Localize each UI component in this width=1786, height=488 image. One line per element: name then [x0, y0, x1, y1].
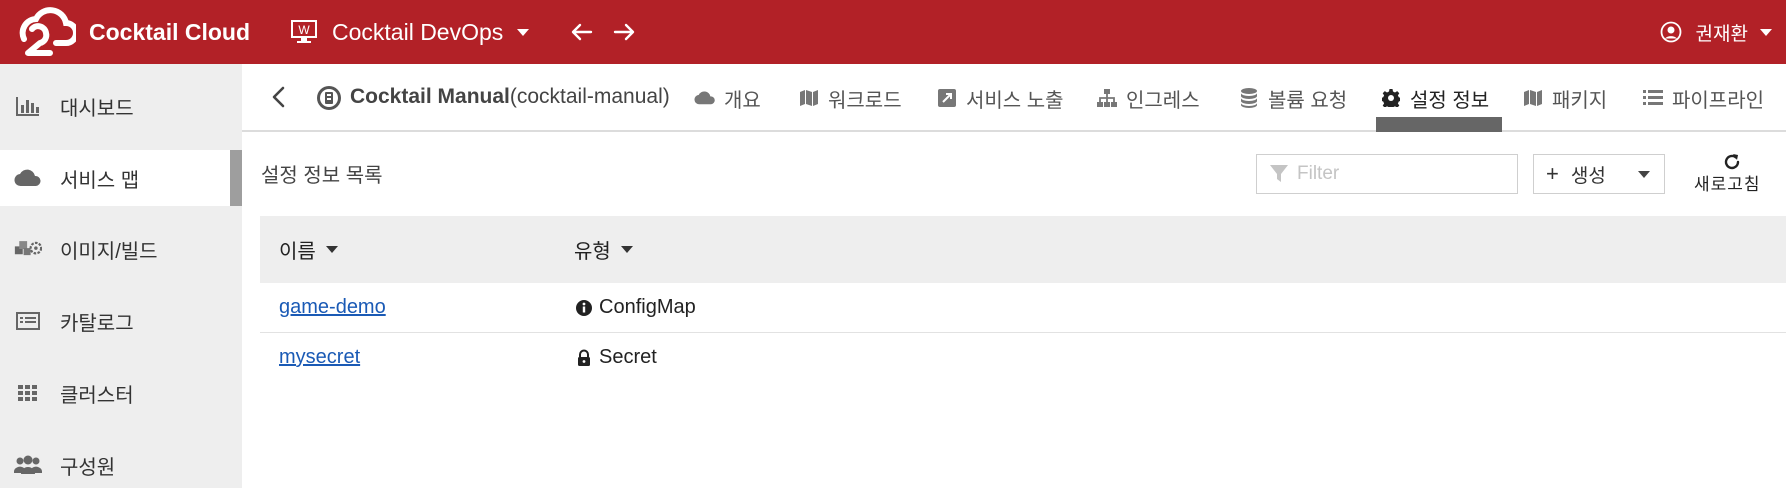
- cloud-icon: [694, 88, 716, 108]
- filter-icon: [1270, 165, 1288, 182]
- user-name: 권재환: [1695, 23, 1748, 45]
- chevron-down-icon: [1638, 171, 1650, 178]
- tab-package[interactable]: 패키지: [1522, 64, 1607, 132]
- refresh-icon: [1724, 154, 1740, 170]
- config-type-cell: ConfigMap: [575, 296, 696, 319]
- database-icon: [1238, 88, 1260, 108]
- sidebar-item-catalog[interactable]: 카탈로그: [0, 293, 242, 349]
- tab-label: 개요: [724, 89, 761, 112]
- page-title: 설정 정보 목록: [261, 165, 383, 187]
- sidebar-item-label: 이미지/빌드: [60, 240, 158, 263]
- tab-ingress[interactable]: 인그레스: [1096, 64, 1200, 132]
- workspace-selector[interactable]: W Cocktail DevOps: [290, 18, 530, 46]
- tab-label: 패키지: [1552, 89, 1608, 112]
- brand[interactable]: Cocktail Cloud: [0, 0, 280, 64]
- user-menu[interactable]: 권재환: [1660, 0, 1772, 64]
- sidebar-item-members[interactable]: 구성원: [0, 437, 242, 488]
- history-navigation: [569, 19, 637, 45]
- service-title: Cocktail Manual(cocktail-manual): [350, 85, 670, 109]
- table-row: game-demo ConfigMap: [260, 283, 1786, 333]
- workspace-icon-letter: W: [298, 23, 310, 37]
- gear-icon: [1380, 88, 1402, 108]
- sidebar-item-dashboard[interactable]: 대시보드: [0, 78, 242, 134]
- service-tab-bar: Cocktail Manual(cocktail-manual) 개요 워크로드…: [242, 64, 1786, 132]
- sidebar-item-label: 구성원: [60, 456, 116, 479]
- column-header-label: 유형: [574, 241, 611, 263]
- chevron-down-icon: [1760, 28, 1772, 36]
- arrow-left-icon[interactable]: [569, 19, 595, 45]
- tab-label: 볼륨 요청: [1268, 89, 1348, 112]
- table-row: mysecret Secret: [260, 333, 1786, 383]
- workspace-monitor-icon: W: [291, 20, 317, 43]
- sitemap-icon: [1096, 88, 1118, 108]
- tab-service-exposure[interactable]: 서비스 노출: [936, 64, 1064, 132]
- list-icon: [1642, 88, 1664, 108]
- user-circle-icon: [1660, 21, 1681, 43]
- config-name-link[interactable]: mysecret: [279, 346, 360, 369]
- map-icon: [798, 88, 820, 108]
- sidebar-item-service-map[interactable]: 서비스 맵: [0, 150, 242, 206]
- workspace-name: Cocktail DevOps: [332, 18, 504, 45]
- config-type-label: ConfigMap: [599, 296, 696, 318]
- filter-input[interactable]: [1297, 163, 1517, 185]
- chevron-down-icon: [517, 28, 530, 36]
- table-header: 이름 유형: [260, 216, 1786, 283]
- create-button[interactable]: + 생성: [1533, 154, 1665, 194]
- sidebar-item-cluster[interactable]: 클러스터: [0, 365, 242, 421]
- refresh-label: 새로고침: [1694, 175, 1761, 194]
- bar-chart-icon: [14, 93, 42, 119]
- config-type-cell: Secret: [575, 346, 657, 369]
- top-bar: Cocktail Cloud W Cocktail DevOps 권재환: [0, 0, 1786, 64]
- tab-label: 설정 정보: [1410, 89, 1490, 112]
- cubes-gear-icon: [14, 236, 42, 262]
- plus-icon: +: [1546, 161, 1559, 186]
- sidebar-item-label: 카탈로그: [60, 312, 134, 335]
- tab-overview[interactable]: 개요: [694, 64, 761, 132]
- sort-caret-icon: [325, 246, 338, 253]
- sidebar-item-label: 클러스터: [60, 384, 134, 407]
- external-link-icon: [936, 88, 958, 108]
- config-table: 이름 유형 game-demo ConfigMap mysecret Secre…: [260, 216, 1786, 383]
- sidebar: 대시보드 서비스 맵 이미지/빌드 카탈로그 클러스터 구성원: [0, 64, 242, 488]
- sidebar-item-image-build[interactable]: 이미지/빌드: [0, 221, 242, 277]
- tab-label: 인그레스: [1126, 89, 1200, 112]
- tab-pipeline[interactable]: 파이프라인: [1642, 64, 1764, 132]
- sort-caret-icon: [620, 246, 633, 253]
- refresh-button[interactable]: 새로고침: [1690, 150, 1774, 196]
- info-circle-icon: [576, 299, 592, 316]
- service-id: (cocktail-manual): [509, 85, 670, 108]
- config-name-link[interactable]: game-demo: [279, 296, 386, 319]
- tab-label: 서비스 노출: [966, 89, 1064, 112]
- service-name: Cocktail Manual: [350, 85, 510, 108]
- chevron-left-icon[interactable]: [268, 84, 290, 110]
- cloud-icon: [14, 165, 42, 191]
- service-icon: [317, 86, 341, 110]
- cocktail-cloud-logo-icon: [19, 7, 76, 56]
- users-icon: [14, 452, 42, 478]
- active-tab-indicator: [1376, 117, 1502, 132]
- lock-icon: [578, 349, 590, 366]
- create-button-label: 생성: [1570, 165, 1606, 187]
- sidebar-item-label: 서비스 맵: [60, 169, 140, 192]
- tab-volume-request[interactable]: 볼륨 요청: [1238, 64, 1347, 132]
- filter-field[interactable]: [1256, 154, 1518, 194]
- tab-workload[interactable]: 워크로드: [798, 64, 902, 132]
- brand-name: Cocktail Cloud: [89, 18, 251, 45]
- tab-label: 파이프라인: [1672, 89, 1764, 112]
- arrow-right-icon[interactable]: [611, 19, 637, 45]
- map-icon: [1522, 88, 1544, 108]
- list-alt-icon: [14, 308, 42, 334]
- column-header-label: 이름: [279, 241, 316, 263]
- sidebar-item-label: 대시보드: [60, 97, 134, 120]
- config-type-label: Secret: [599, 346, 657, 368]
- column-header-type[interactable]: 유형: [574, 216, 633, 283]
- grid-icon: [14, 380, 42, 406]
- column-header-name[interactable]: 이름: [279, 216, 338, 283]
- tab-label: 워크로드: [828, 89, 902, 112]
